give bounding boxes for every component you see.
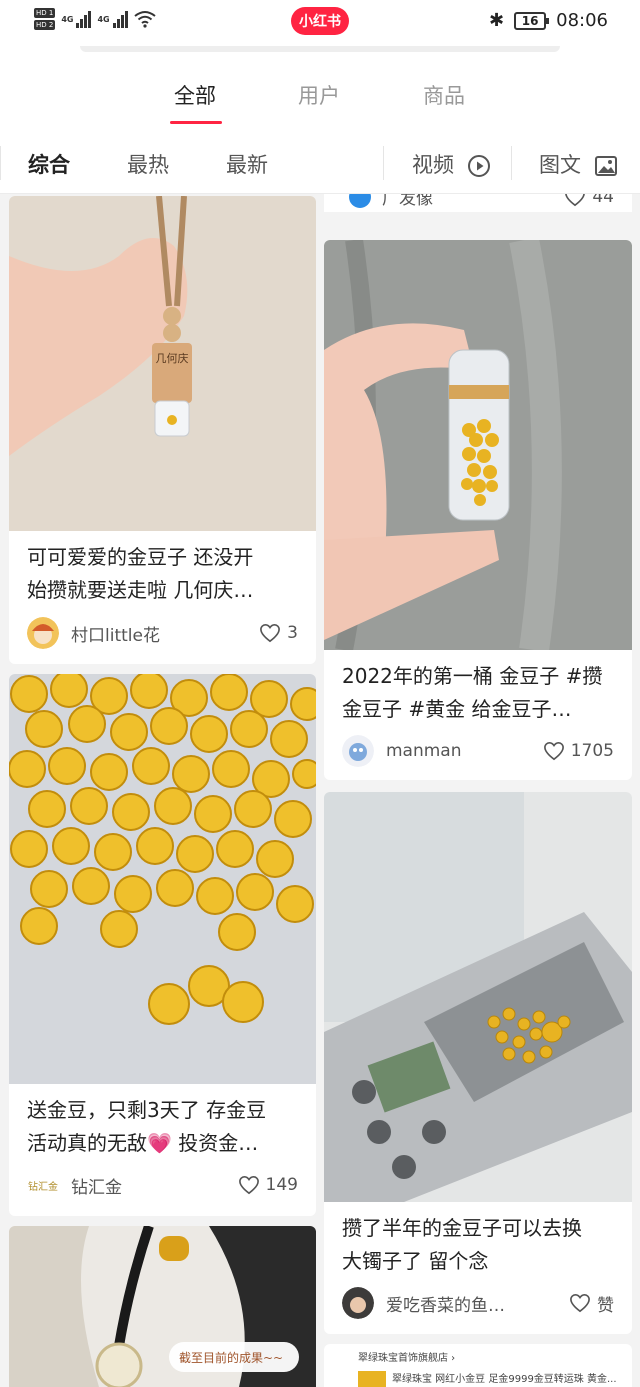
divider [511,146,512,180]
avatar[interactable]: 钻汇金 [27,1169,59,1201]
signal-icon [76,10,92,28]
like-button[interactable]: 3 [259,623,298,643]
avatar[interactable] [342,1287,374,1319]
note-meta: 钻汇金 钻汇金 149 [27,1168,298,1202]
bluetooth-icon: ✱ [489,10,505,31]
note-image [9,674,316,1084]
note-title-line: 攒了半年的金豆子可以去换 [342,1216,582,1240]
hd1-badge: HD 1 [34,8,56,18]
note-meta: 爱吃香菜的鱼… 赞 [342,1286,614,1320]
status-left: HD 1 HD 2 4G 4G [34,8,156,30]
like-count: 1705 [570,741,614,761]
image-icon [594,156,617,176]
product-card[interactable]: 翠绿珠宝首饰旗舰店 › 翠绿珠宝 网红小金豆 足金9999金豆转运珠 黄金... [324,1344,632,1387]
like-count: 44 [592,194,614,207]
heart-icon [543,741,564,761]
heart-icon [570,1293,590,1313]
heart-icon [238,1175,259,1195]
search-bar-edge [80,46,560,52]
active-tab-indicator [170,121,222,124]
partial-card-meta: 广发像 44 [348,194,614,209]
tab-products[interactable]: 商品 [423,80,465,110]
image-caption: 截至目前的成果~~ [179,1351,284,1365]
partial-card-top[interactable]: 广发像 44 [324,194,632,212]
note-title: 送金豆，只剩3天了 存金豆 活动真的无敌💗 投资金… [27,1094,300,1160]
note-card[interactable]: 送金豆，只剩3天了 存金豆 活动真的无敌💗 投资金… 钻汇金 钻汇金 149 [9,674,316,1216]
store-name[interactable]: 翠绿珠宝首饰旗舰店 › [358,1349,455,1364]
filter-image-text-label: 图文 [539,153,581,177]
note-meta: manman 1705 [342,734,614,768]
avatar[interactable] [27,617,59,649]
network-type: 4G [61,14,74,24]
note-title-line: 2022年的第一桶 金豆子 #攒 [342,664,603,688]
search-type-tabs: 全部 用户 商品 [0,46,640,136]
filter-comprehensive[interactable]: 综合 [28,149,70,179]
note-title-line: 金豆子 #黄金 给金豆子… [342,697,572,721]
signal-icon-2 [112,10,128,28]
avatar [349,194,371,208]
note-title-line: 送金豆，只剩3天了 存金豆 [27,1098,267,1122]
note-card[interactable]: 截至目前的成果~~ [9,1226,316,1387]
like-button[interactable]: 1705 [543,741,614,761]
product-thumb [358,1371,386,1387]
like-button[interactable]: 赞 [569,1291,614,1316]
note-title-line: 可可爱爱的金豆子 还没开 [27,545,254,569]
author-name[interactable]: 钻汇金 [71,1173,238,1198]
divider [383,146,384,180]
filter-video[interactable]: 视频 [412,149,491,179]
note-card[interactable]: 2022年的第一桶 金豆子 #攒 金豆子 #黄金 给金豆子… manman 17… [324,240,632,780]
note-title-line: 大镯子了 留个念 [342,1249,489,1273]
note-title-line: 活动真的无敌💗 投资金… [27,1131,259,1155]
note-card[interactable]: 攒了半年的金豆子可以去换 大镯子了 留个念 爱吃香菜的鱼… 赞 [324,792,632,1334]
tab-all[interactable]: 全部 [174,80,216,110]
product-title: 翠绿珠宝 网红小金豆 足金9999金豆转运珠 黄金... [392,1374,617,1385]
like-count: 赞 [597,1295,614,1316]
heart-icon [260,623,281,643]
battery-icon: 16 [514,11,550,30]
like-count: 149 [265,1175,298,1195]
filter-newest[interactable]: 最新 [226,149,268,179]
note-meta: 村口little花 3 [27,616,298,650]
filter-image-text[interactable]: 图文 [539,149,618,179]
like-button[interactable]: 149 [238,1175,298,1195]
note-title: 2022年的第一桶 金豆子 #攒 金豆子 #黄金 给金豆子… [342,660,616,726]
divider [0,146,1,180]
author-name[interactable]: manman [386,741,543,761]
note-card[interactable]: 几何庆 可可爱爱的金豆子 还没开 始攒就要送走啦 几何庆… 村口little花 … [9,196,316,664]
wifi-icon [134,11,156,28]
note-image: 几何庆 [9,196,316,531]
heart-icon[interactable] [564,194,586,207]
clock: 08:06 [556,10,608,31]
hd2-badge: HD 2 [34,20,56,30]
note-image [324,792,632,1202]
note-image [324,240,632,650]
note-title: 攒了半年的金豆子可以去换 大镯子了 留个念 [342,1212,616,1278]
play-icon [467,155,490,177]
bottle-label: 几何庆 [156,351,189,365]
author-name[interactable]: 爱吃香菜的鱼… [386,1291,569,1316]
author-name: 广发像 [382,194,433,209]
filter-bar: 综合 最热 最新 视频 图文 [0,136,640,194]
like-count: 3 [287,623,298,643]
app-badge: 小红书 [291,7,349,35]
network-type-2: 4G [97,14,110,24]
status-right: ✱ 16 08:06 [489,10,608,31]
author-name[interactable]: 村口little花 [71,621,259,646]
avatar[interactable] [342,735,374,767]
filter-video-label: 视频 [412,153,454,177]
note-title-line: 始攒就要送走啦 几何庆… [27,578,254,602]
tab-users[interactable]: 用户 [298,80,340,110]
filter-hottest[interactable]: 最热 [127,149,169,179]
status-bar: HD 1 HD 2 4G 4G 小红书 ✱ 16 08:06 [0,0,640,46]
hd-badges: HD 1 HD 2 [34,8,56,30]
note-title: 可可爱爱的金豆子 还没开 始攒就要送走啦 几何庆… [27,541,300,607]
